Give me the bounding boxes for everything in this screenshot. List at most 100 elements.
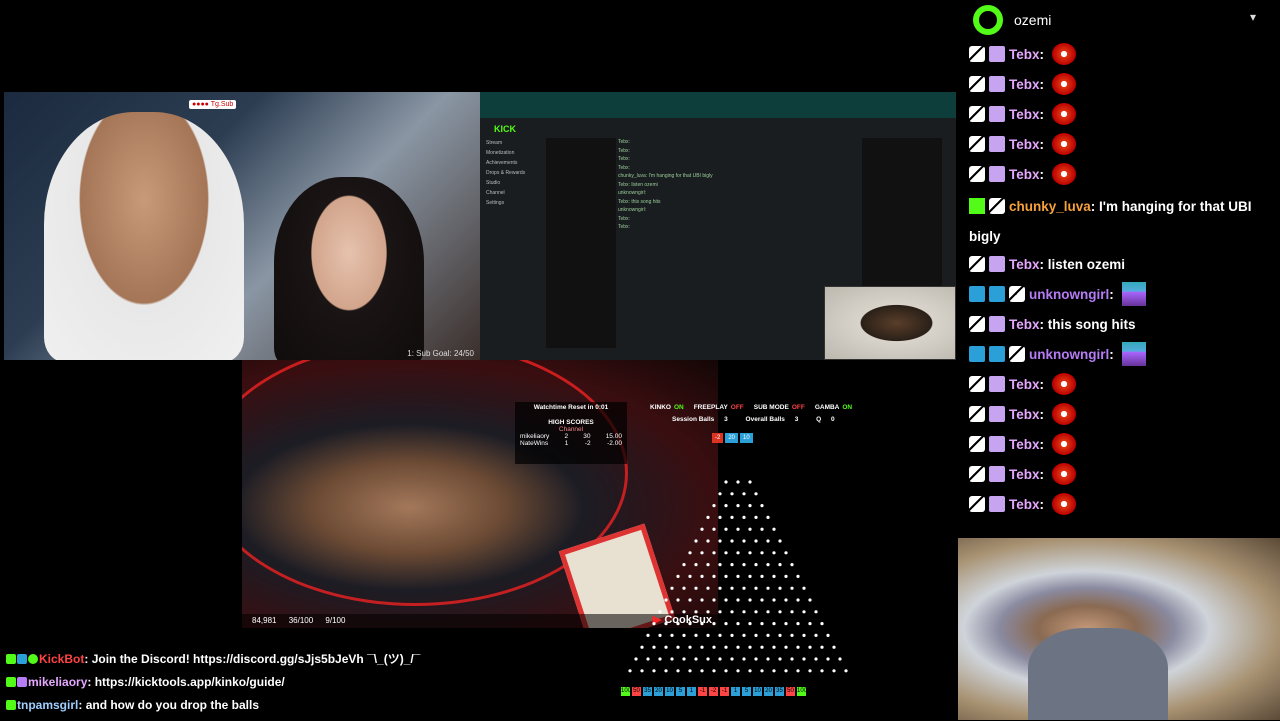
sidebar-item[interactable]: Drops & Rewards [486, 168, 541, 178]
chat-username[interactable]: unknowngirl [1029, 287, 1109, 302]
plinko-peg [676, 574, 680, 578]
chat-username[interactable]: Tebx [1009, 467, 1040, 482]
high-scores-board: Watchtime Reset in 0:01 HIGH SCORES Chan… [515, 402, 627, 464]
plinko-peg [724, 645, 728, 649]
plinko-peg [682, 586, 686, 590]
overlay-chat: KickBot: Join the Discord! https://disco… [6, 652, 626, 721]
plinko-peg [712, 669, 716, 673]
chevron-down-icon[interactable]: ▾ [1250, 10, 1256, 24]
plinko-peg [808, 622, 812, 626]
dashboard-chat-line: Tebx: [618, 215, 630, 222]
plinko-peg [718, 610, 722, 614]
sidebar-item[interactable]: Settings [486, 198, 541, 208]
channel-name[interactable]: ozemi [1014, 12, 1051, 28]
plinko-peg [706, 633, 710, 637]
plinko-peg [694, 586, 698, 590]
plinko-peg [706, 563, 710, 567]
chat-username[interactable]: Tebx [1009, 407, 1040, 422]
chat-message: Tebx: [969, 492, 1269, 522]
plinko-peg [724, 598, 728, 602]
plinko-peg [682, 610, 686, 614]
chat-username[interactable]: KickBot [39, 652, 84, 666]
plinko-peg [772, 598, 776, 602]
plinko-peg [664, 622, 668, 626]
plinko-peg [790, 610, 794, 614]
plinko-peg [652, 622, 656, 626]
plinko-peg [760, 574, 764, 578]
horse-badge-icon [969, 106, 985, 122]
dashboard-chat-line: Tebx: this song hits [618, 198, 661, 205]
chat-username[interactable]: tnpamsgirl [17, 698, 78, 712]
plinko-peg [802, 610, 806, 614]
chat-username[interactable]: mikeliaory [28, 675, 87, 689]
plinko-peg [754, 515, 758, 519]
plinko-bin: 1 [731, 687, 740, 696]
plinko-peg [730, 492, 734, 496]
plinko-peg [646, 633, 650, 637]
chat-separator: : [84, 652, 92, 666]
plinko-peg [754, 492, 758, 496]
plinko-bin: 10 [753, 687, 762, 696]
horse-badge-icon [969, 496, 985, 512]
overlay-chat-line: KickBot: Join the Discord! https://disco… [6, 652, 626, 675]
dashboard-chat-line: Tebx: [618, 147, 630, 154]
chat-separator: : [1039, 467, 1048, 482]
plinko-peg [670, 610, 674, 614]
plinko-peg [670, 586, 674, 590]
chat-username[interactable]: Tebx [1009, 257, 1040, 272]
chat-username[interactable]: Tebx [1009, 137, 1040, 152]
sidebar-item[interactable]: Channel [486, 188, 541, 198]
plinko-peg [748, 622, 752, 626]
badge-icon [6, 700, 16, 710]
gift-badge-icon [989, 496, 1005, 512]
chat-username[interactable]: Tebx [1009, 167, 1040, 182]
plinko-peg [742, 539, 746, 543]
verified-icon [28, 654, 38, 664]
plinko-peg [706, 586, 710, 590]
plinko-peg [796, 598, 800, 602]
chat-separator: : [1039, 107, 1048, 122]
chat-username[interactable]: Tebx [1009, 47, 1040, 62]
plinko-peg [688, 622, 692, 626]
guest-figure [274, 177, 424, 360]
badge-icon [6, 677, 16, 687]
plinko-peg [700, 527, 704, 531]
dashboard-chat: Tebx: Tebx: Tebx: Tebx: chunky_luva: I'm… [618, 138, 848, 338]
chat-username[interactable]: Tebx [1009, 77, 1040, 92]
plinko-peg [760, 622, 764, 626]
plinko-bin: 5 [742, 687, 751, 696]
chat-username[interactable]: unknowngirl [1029, 347, 1109, 362]
plinko-peg [784, 574, 788, 578]
chat-panel: Tebx: Tebx: Tebx: Tebx: Tebx: chunky_luv… [969, 42, 1269, 522]
plinko-peg [736, 574, 740, 578]
chat-username[interactable]: Tebx [1009, 497, 1040, 512]
pickaxe-badge-icon [969, 346, 985, 362]
sub-goal-label: 1: Sub Goal: 24/50 [407, 349, 474, 358]
chat-username[interactable]: Tebx [1009, 107, 1040, 122]
score-cell: -2 [584, 440, 591, 447]
gift-badge-icon [989, 316, 1005, 332]
browser-tab-bar [480, 92, 956, 118]
plinko-peg [760, 504, 764, 508]
emote-icon [1051, 373, 1076, 395]
plinko-peg [706, 539, 710, 543]
plinko-peg [772, 622, 776, 626]
score-row: mikeliaory 2 30 15.00 [515, 433, 627, 440]
sidebar-item[interactable]: Monetization [486, 148, 541, 158]
channel-avatar[interactable] [973, 5, 1003, 35]
plinko-peg [760, 551, 764, 555]
plinko-peg [712, 598, 716, 602]
chat-username[interactable]: Tebx [1009, 437, 1040, 452]
chat-message: Tebx: [969, 72, 1269, 102]
emote-icon [1051, 403, 1076, 425]
chat-username[interactable]: Tebx [1009, 377, 1040, 392]
chat-username[interactable]: Tebx [1009, 317, 1040, 332]
badge-icon [6, 654, 16, 664]
sidebar-item[interactable]: Achievements [486, 158, 541, 168]
chat-username[interactable]: chunky_luva [1009, 199, 1091, 214]
sidebar-item[interactable]: Stream [486, 138, 541, 148]
plinko-peg [676, 598, 680, 602]
plinko-peg [748, 527, 752, 531]
plinko-peg [754, 586, 758, 590]
sidebar-item[interactable]: Studio [486, 178, 541, 188]
